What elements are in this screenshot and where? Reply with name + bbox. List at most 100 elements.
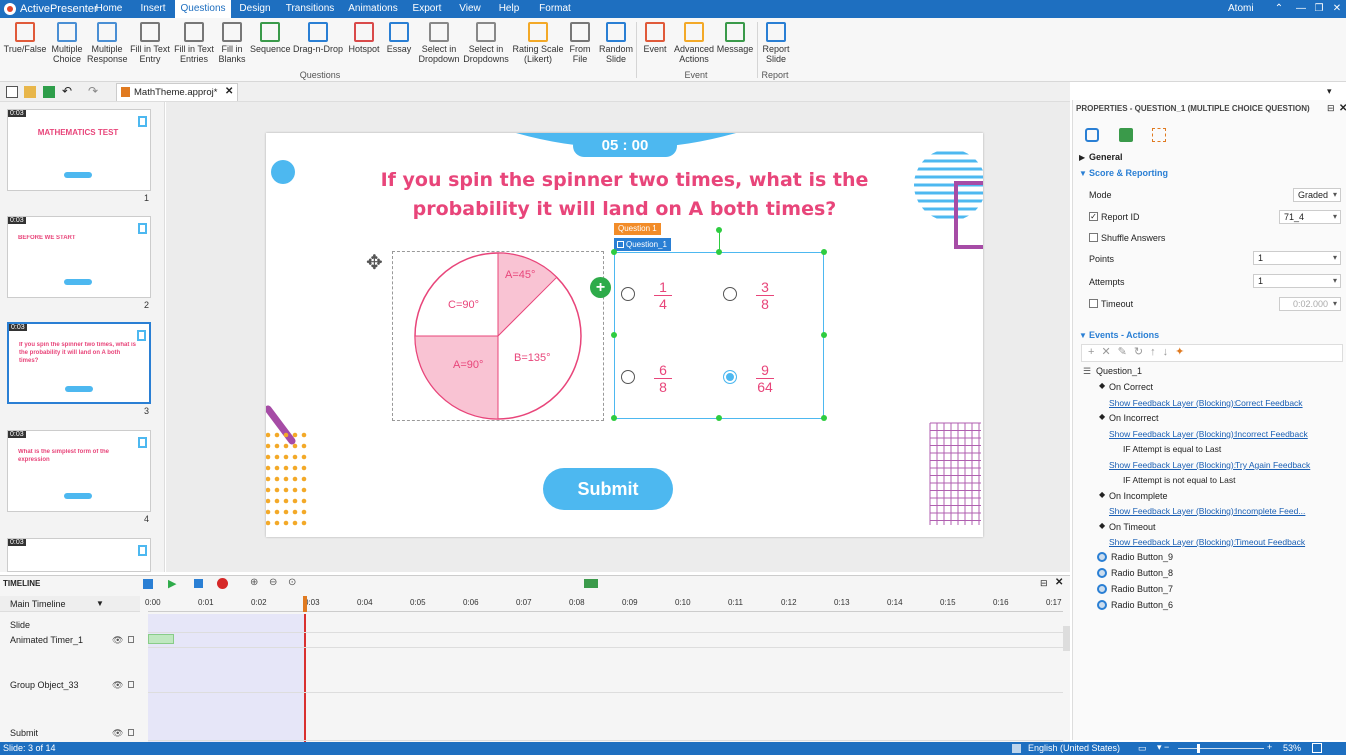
redo-icon[interactable]: ↷ [88, 85, 100, 97]
fit-window-icon[interactable] [1312, 743, 1322, 753]
timeout-checkbox[interactable] [1089, 299, 1098, 308]
open-folder-icon[interactable] [24, 86, 36, 98]
track-label[interactable]: Slide [10, 620, 30, 630]
radio-button-item[interactable]: Radio Button_6 [1111, 600, 1173, 610]
language-label[interactable]: English (United States) [1028, 743, 1120, 753]
zoom-fit-icon[interactable]: ⊙ [288, 577, 296, 588]
zoom-out-icon[interactable]: ⊖ [269, 577, 277, 588]
ribbon-btn-true-false[interactable]: True/False [2, 20, 48, 54]
ribbon-btn-fill-in-text-entry[interactable]: Fill in Text Entry [127, 20, 173, 64]
attempts-input[interactable]: 1 [1253, 274, 1341, 288]
menu-tab-animations[interactable]: Animations [344, 0, 402, 18]
track-label[interactable]: Group Object_33 [10, 680, 79, 690]
move-down-icon[interactable]: ↓ [1163, 346, 1176, 358]
ribbon-btn-rating-scale-likert[interactable]: Rating Scale (Likert) [512, 20, 564, 64]
move-up-icon[interactable]: ↑ [1150, 346, 1163, 358]
zoom-slider[interactable] [1178, 744, 1264, 753]
closed-caption-icon[interactable] [584, 579, 598, 588]
undo-icon[interactable]: ↶ [62, 85, 74, 97]
collapse-arrow-icon[interactable]: ▼ [1079, 331, 1087, 340]
on-incorrect-event[interactable]: On Incorrect [1109, 413, 1159, 423]
ribbon-btn-event[interactable]: Event [641, 20, 669, 54]
ribbon-btn-multiple-response[interactable]: Multiple Response [87, 20, 128, 64]
ribbon-btn-multiple-choice[interactable]: Multiple Choice [48, 20, 86, 64]
menu-tab-home[interactable]: Home [88, 0, 130, 18]
ribbon-btn-from-file[interactable]: From File [565, 20, 595, 64]
main-timeline-select[interactable]: Main Timeline ▼ [0, 596, 140, 612]
timeout-feedback-link[interactable]: Timeout Feedback [1235, 537, 1305, 547]
document-tab[interactable]: MathTheme.approj* ✕ [116, 83, 238, 101]
collapse-arrow-icon[interactable]: ▼ [1079, 169, 1087, 178]
time-ruler[interactable]: 0:00 0:01 0:02 0:03 0:04 0:05 0:06 0:07 0:08 0:09… [145, 596, 1063, 612]
lock-icon[interactable] [128, 729, 134, 736]
try-again-feedback-link[interactable]: Try Again Feedback [1235, 460, 1310, 470]
close-icon[interactable]: ✕ [1328, 1, 1346, 17]
minimize-icon[interactable]: — [1292, 1, 1310, 17]
resize-handle[interactable] [821, 332, 827, 338]
timeline-scrollbar[interactable] [1063, 626, 1070, 651]
correct-feedback-link[interactable]: Correct Feedback [1235, 398, 1303, 408]
ribbon-btn-report-slide[interactable]: Report Slide [761, 20, 791, 64]
ribbon-btn-advanced[interactable]: Advanced Actions [673, 20, 715, 64]
answer-radio[interactable] [621, 370, 635, 384]
timeline-close-icon[interactable]: ✕ [1055, 577, 1063, 588]
magic-icon[interactable]: ✦ [1175, 346, 1191, 358]
interaction-icon[interactable] [1152, 128, 1166, 142]
slide-thumbnail[interactable]: 0:03 BEFORE WE START [7, 216, 151, 298]
layout-icon[interactable] [1119, 128, 1133, 142]
incomplete-feedback-link[interactable]: Incomplete Feed... [1235, 506, 1305, 516]
mode-select[interactable]: Graded [1293, 188, 1341, 202]
stop-icon[interactable] [194, 579, 203, 588]
report-id-checkbox[interactable]: ✓ [1089, 212, 1098, 221]
playhead-marker[interactable] [303, 596, 307, 612]
answer-radio[interactable] [723, 370, 737, 384]
score-reporting-section[interactable]: Score & Reporting [1089, 168, 1168, 178]
ribbon-btn-drag-n-drop[interactable]: Drag-n-Drop [292, 20, 344, 54]
ribbon-btn-select-in-dropdowns[interactable]: Select in Dropdowns [463, 20, 509, 64]
menu-tab-transitions[interactable]: Transitions [281, 0, 339, 18]
track-label[interactable]: Submit [10, 728, 38, 738]
edit-action-icon[interactable]: ✎ [1118, 346, 1134, 358]
resize-handle[interactable] [611, 332, 617, 338]
try-again-action-link[interactable]: Show Feedback Layer (Blocking): [1109, 460, 1236, 470]
report-id-input[interactable]: 71_4 [1279, 210, 1341, 224]
delete-action-icon[interactable]: ✕ [1101, 346, 1117, 358]
zoom-slider-thumb[interactable] [1197, 744, 1200, 753]
on-correct-action-link[interactable]: Show Feedback Layer (Blocking): [1109, 398, 1236, 408]
ribbon-btn-sequence[interactable]: Sequence [250, 20, 291, 54]
restore-icon[interactable]: ❐ [1310, 1, 1328, 17]
save-icon[interactable] [43, 86, 55, 98]
on-incorrect-action-link[interactable]: Show Feedback Layer (Blocking): [1109, 429, 1236, 439]
menu-tab-format[interactable]: Format [532, 0, 578, 18]
zoom-level[interactable]: 53% [1283, 743, 1301, 753]
lock-icon[interactable] [128, 636, 134, 643]
fill-style-icon[interactable] [1085, 128, 1099, 142]
menu-tab-view[interactable]: View [452, 0, 488, 18]
radio-button-item[interactable]: Radio Button_9 [1111, 552, 1173, 562]
on-correct-event[interactable]: On Correct [1109, 382, 1153, 392]
answer-option[interactable]: 9 64 [723, 362, 813, 408]
resize-handle[interactable] [716, 415, 722, 421]
ribbon-btn-random-slide[interactable]: Random Slide [596, 20, 636, 64]
on-timeout-event[interactable]: On Timeout [1109, 522, 1156, 532]
tree-root[interactable]: Question_1 [1096, 366, 1142, 376]
answer-radio[interactable] [621, 287, 635, 301]
ribbon-btn-hotspot[interactable]: Hotspot [346, 20, 382, 54]
ribbon-btn-select-in-dropdown[interactable]: Select in Dropdown [418, 20, 460, 64]
visibility-eye-icon[interactable]: 👁 [112, 680, 123, 691]
ribbon-btn-fill-in-blanks[interactable]: Fill in Blanks [215, 20, 249, 64]
timeline-pin-icon[interactable]: ⊟ [1040, 578, 1048, 589]
radio-button-item[interactable]: Radio Button_8 [1111, 568, 1173, 578]
new-file-icon[interactable] [6, 86, 18, 98]
slide-thumbnail[interactable]: 0:03 What is the simplest form of the exp… [7, 430, 151, 512]
timeline-toggle-icon[interactable] [143, 579, 153, 589]
ribbon-btn-message[interactable]: Message [716, 20, 754, 54]
timeout-input[interactable]: 0:02.000 [1279, 297, 1341, 311]
on-timeout-action-link[interactable]: Show Feedback Layer (Blocking): [1109, 537, 1236, 547]
timer-animation-bar[interactable] [148, 634, 174, 644]
on-incomplete-event[interactable]: On Incomplete [1109, 491, 1168, 501]
move-handle-icon[interactable]: ✥ [366, 250, 383, 275]
question-options-box[interactable]: 1 4 3 8 6 8 9 64 [614, 252, 824, 419]
record-icon[interactable] [217, 578, 228, 589]
on-incomplete-action-link[interactable]: Show Feedback Layer (Blocking): [1109, 506, 1236, 516]
